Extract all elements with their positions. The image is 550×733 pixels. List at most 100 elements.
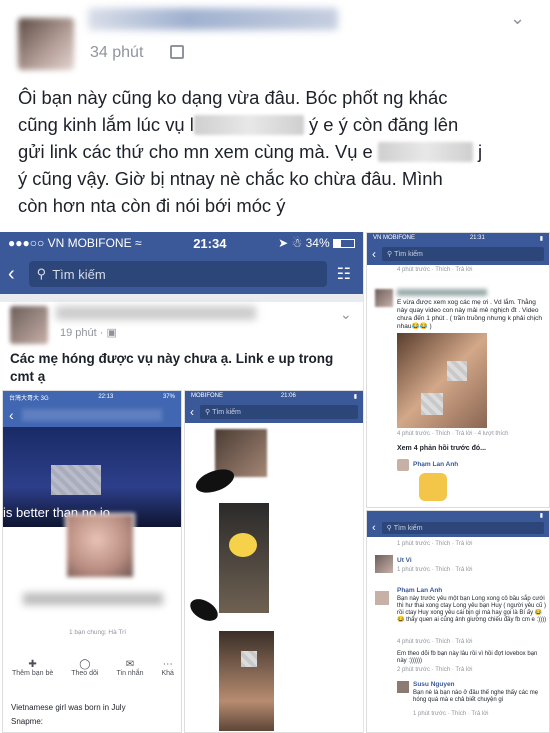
comment-meta: 2 phút trước · Thích · Trả lời bbox=[397, 667, 473, 673]
search-placeholder: Tìm kiếm bbox=[52, 266, 106, 282]
status-bar: ▮ bbox=[367, 511, 549, 519]
avatar[interactable] bbox=[397, 681, 409, 693]
clock: 21:34 bbox=[193, 235, 227, 251]
search-icon: ⚲ bbox=[387, 251, 395, 258]
profile-picture[interactable] bbox=[65, 513, 135, 579]
nav-bar: ‹ ⚲ Tìm kiếm bbox=[367, 243, 549, 265]
comment-text: E vừa được xem xog các mẹ ơi . Vd lắm. T… bbox=[397, 299, 542, 330]
pixelated-area bbox=[447, 361, 467, 381]
redacted-text bbox=[193, 115, 304, 135]
add-friend-icon: ✚ bbox=[28, 659, 37, 670]
friends-icon[interactable]: ☷ bbox=[337, 264, 351, 284]
phone-screenshot: ●●●○○ VN MOBIFONE ≈ 21:34 ➤ ☃ 34% ‹ ⚲ Tì… bbox=[0, 232, 364, 733]
more-button[interactable]: ⋯ Khá bbox=[161, 659, 173, 677]
post-timestamp[interactable]: 34 phút bbox=[90, 44, 143, 62]
mutual-friends: 1 bạn chung: Hà Trí bbox=[69, 629, 127, 636]
comment-meta: 4 phút trước · Thích · Trả lời · 4 lượt … bbox=[397, 431, 509, 437]
photos-screenshot: MOBIFONE 21:06 ▮ ‹ ⚲ Tìm kiếm bbox=[184, 390, 363, 733]
avatar[interactable] bbox=[397, 459, 409, 471]
follow-icon: ◯ bbox=[79, 659, 91, 670]
comment-meta: 1 phút trước · Thích · Trả lời bbox=[397, 541, 473, 547]
audience-icon bbox=[170, 45, 184, 59]
commenter-name[interactable]: Ut Vi bbox=[397, 557, 412, 564]
comment-photo[interactable] bbox=[397, 333, 487, 428]
photo-thumbnail[interactable] bbox=[219, 631, 274, 731]
nav-bar: ‹ bbox=[3, 403, 181, 427]
post-line: cũng kinh lắm lúc vụ l ý e ý còn đăng lê… bbox=[18, 114, 459, 135]
divider bbox=[0, 294, 363, 302]
comment-meta: 1 phút trước · Thích · Trả lời bbox=[413, 711, 489, 717]
search-icon: ⚲ bbox=[205, 409, 213, 416]
profile-actions: ✚ Thêm bạn bè ◯ Theo dõi ✉ Tin nhắn ⋯ Khá bbox=[3, 659, 181, 677]
scribble-redaction bbox=[186, 594, 222, 626]
profile-name-redacted bbox=[21, 409, 162, 421]
comment-meta: 4 phút trước · Thích · Trả lời bbox=[397, 639, 473, 645]
photo-thumbnail[interactable] bbox=[219, 503, 269, 613]
scribble-redaction bbox=[192, 464, 238, 498]
pixelated-area bbox=[241, 651, 257, 667]
post-header: 34 phút ⌄ bbox=[0, 0, 550, 78]
message-button[interactable]: ✉ Tin nhắn bbox=[117, 659, 144, 677]
author-name-redacted[interactable] bbox=[88, 8, 338, 30]
comment-text: Bạn nè là bạn nào ở đâu thế nghe thấy cá… bbox=[413, 690, 539, 703]
back-icon[interactable]: ‹ bbox=[190, 405, 194, 419]
status-bar: ●●●○○ VN MOBIFONE ≈ 21:34 ➤ ☃ 34% bbox=[0, 232, 363, 254]
avatar[interactable] bbox=[375, 555, 393, 573]
post-line: Ôi bạn này cũng ko dạng vừa đâu. Bóc phố… bbox=[18, 87, 448, 108]
comments-screenshot-2: ▮ ‹ ⚲ Tìm kiếm 1 phút trước · Thích · Tr… bbox=[366, 510, 550, 733]
search-input[interactable]: ⚲ Tìm kiếm bbox=[382, 247, 544, 261]
chevron-down-icon[interactable]: ⌄ bbox=[510, 8, 525, 29]
author-name-redacted[interactable] bbox=[56, 306, 256, 320]
see-previous-replies[interactable]: Xem 4 phản hồi trước đó... bbox=[397, 445, 486, 452]
more-icon: ⋯ bbox=[162, 659, 173, 670]
audience-icon: ▣ bbox=[106, 327, 117, 339]
comment-meta: 4 phút trước · Thích · Trả lời bbox=[397, 267, 473, 273]
nav-bar: ‹ ⚲ Tìm kiếm bbox=[367, 519, 549, 537]
emoji-sticker bbox=[229, 533, 257, 557]
post-timestamp[interactable]: 19 phút · ▣ bbox=[60, 326, 117, 339]
back-icon[interactable]: ‹ bbox=[8, 263, 15, 286]
search-input[interactable]: ⚲ Tìm kiếm bbox=[200, 405, 358, 419]
comment-meta: 1 phút trước · Thích · Trả lời bbox=[397, 567, 473, 573]
search-input[interactable]: ⚲ Tìm kiếm bbox=[28, 261, 327, 287]
profile-bio: Vietnamese girl was born in July bbox=[11, 703, 126, 712]
status-bar: 台灣大哥大 3G 22:13 37% bbox=[3, 391, 181, 403]
profile-name-redacted bbox=[23, 593, 163, 605]
follow-button[interactable]: ◯ Theo dõi bbox=[71, 659, 98, 677]
nav-bar: ‹ ⚲ Tìm kiếm bbox=[185, 401, 363, 423]
avatar[interactable] bbox=[18, 18, 74, 70]
add-friend-button[interactable]: ✚ Thêm bạn bè bbox=[12, 659, 53, 677]
search-icon: ⚲ bbox=[386, 525, 394, 532]
comment-text: Em theo dõi fb bạn này lâu rồi vì hồi đợ… bbox=[397, 651, 538, 664]
snapchat-label: Snapme: bbox=[11, 717, 44, 726]
commenter-name[interactable]: Susu Nguyen bbox=[413, 681, 455, 688]
back-icon[interactable]: ‹ bbox=[9, 407, 14, 423]
status-bar: MOBIFONE 21:06 ▮ bbox=[185, 391, 363, 401]
post-line: gửi link các thứ cho mn xem cùng mà. Vụ … bbox=[18, 141, 483, 162]
nav-bar: ‹ ⚲ Tìm kiếm ☷ bbox=[0, 254, 363, 294]
battery-indicator: ➤ ☃ 34% bbox=[278, 236, 355, 250]
search-icon: ⚲ bbox=[36, 266, 47, 281]
back-icon[interactable]: ‹ bbox=[372, 522, 376, 534]
cover-photo[interactable]: is better than no jo bbox=[3, 427, 181, 527]
status-bar: VN MOBIFONE 21:31 ▮ bbox=[367, 233, 549, 243]
comments-screenshot-1: VN MOBIFONE 21:31 ▮ ‹ ⚲ Tìm kiếm 4 phút tr… bbox=[366, 232, 550, 508]
post-text: Các mẹ hóng được vụ này chưa ạ. Link e u… bbox=[10, 351, 334, 384]
post-line: ý cũng vậy. Giờ bị ntnay nè chắc ko chừa… bbox=[18, 168, 443, 189]
post-line: còn hơn nta còn đi nói bới móc ý bbox=[18, 195, 286, 216]
commenter-name[interactable]: Phạm Lan Anh bbox=[413, 461, 458, 468]
comment-text: Bạn này trước yêu một bạn Long xong cô b… bbox=[397, 596, 547, 623]
post-body: Ôi bạn này cũng ko dạng vừa đâu. Bóc phố… bbox=[18, 84, 538, 219]
redacted-text bbox=[377, 142, 473, 162]
chevron-down-icon[interactable]: ⌄ bbox=[340, 306, 352, 323]
pixelated-area bbox=[51, 465, 101, 495]
commenter-name-redacted[interactable] bbox=[397, 289, 487, 296]
avatar[interactable] bbox=[375, 289, 393, 307]
wifi-icon: ≈ bbox=[134, 236, 142, 250]
avatar[interactable] bbox=[10, 306, 48, 344]
carrier-label: ●●●○○ VN MOBIFONE ≈ bbox=[8, 236, 142, 250]
search-input[interactable]: ⚲ Tìm kiếm bbox=[381, 522, 544, 534]
back-icon[interactable]: ‹ bbox=[372, 247, 376, 261]
avatar[interactable] bbox=[375, 591, 389, 605]
commenter-name[interactable]: Phạm Lan Anh bbox=[397, 587, 442, 594]
